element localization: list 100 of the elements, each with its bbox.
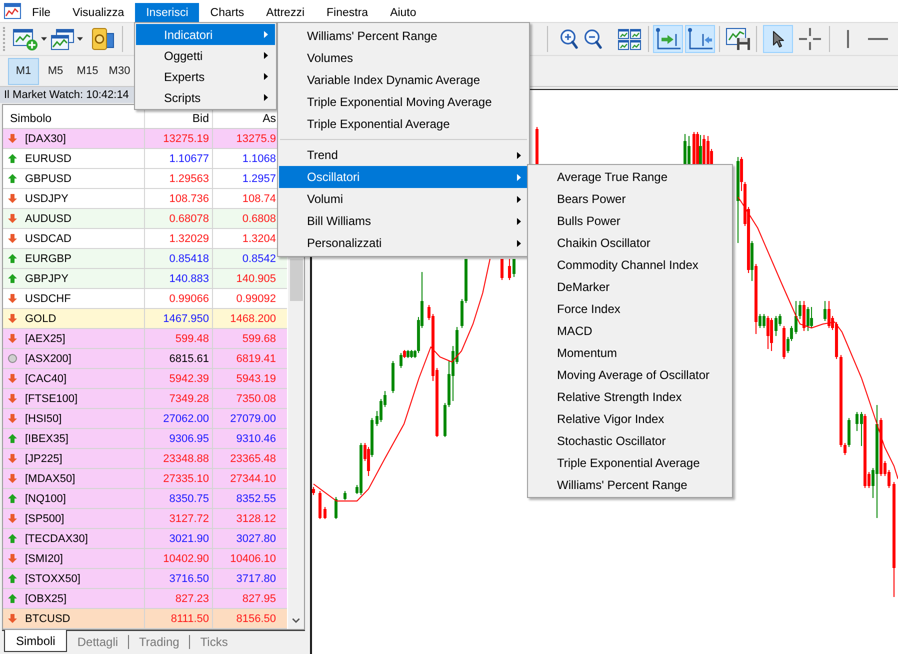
timeframe-button[interactable]: M30 [104, 58, 135, 84]
ask-price: 8352.55 [236, 492, 276, 504]
panel-tab[interactable]: Simboli [4, 630, 68, 652]
chevron-down-icon[interactable] [292, 618, 300, 623]
market-watch-row[interactable]: [FTSE100] 7349.28 7350.08 [3, 389, 287, 409]
ask-price: 0.6808 [242, 212, 276, 224]
column-header[interactable]: Bid [192, 113, 209, 126]
column-header[interactable]: Simbolo [10, 113, 52, 126]
symbol-name: [JP225] [25, 452, 62, 464]
arrow-down-icon [8, 414, 17, 423]
menu-item[interactable]: Williams' Percent Range [529, 474, 731, 496]
panel-tab[interactable]: Trading [129, 631, 190, 652]
crosshair-icon [799, 28, 821, 50]
menu-item[interactable]: Experts [136, 66, 275, 87]
symbol-name: [SP500] [25, 512, 64, 524]
symbol-name: USDCHF [25, 292, 71, 304]
symbol-name: [SMI20] [25, 552, 63, 564]
bid-price: 8111.50 [170, 612, 209, 624]
bid-price: 827.23 [175, 592, 209, 604]
bid-price: 1.29563 [169, 172, 209, 184]
menu-item[interactable]: Indicatori [136, 24, 275, 45]
menu-item[interactable]: Triple Exponential Average [529, 452, 731, 474]
bid-price: 9306.95 [169, 432, 209, 444]
ask-price: 10406.10 [230, 552, 276, 564]
market-watch-row[interactable]: [TECDAX30] 3021.90 3027.80 [3, 529, 287, 549]
menu-item[interactable]: Volumes [279, 47, 528, 69]
menu-item[interactable]: Relative Vigor Index [529, 408, 731, 430]
bid-price: 140.883 [169, 272, 209, 284]
market-watch-row[interactable]: [ASX200] 6815.61 6819.41 [3, 349, 287, 369]
menu-bar-item[interactable]: Aiuto [379, 3, 428, 22]
menu-bar-item[interactable]: Visualizza [62, 3, 136, 22]
market-watch-row[interactable]: [SP500] 3127.72 3128.12 [3, 509, 287, 529]
ask-price: 3027.80 [236, 532, 276, 544]
market-watch-row[interactable]: GOLD 1467.950 1468.200 [3, 309, 287, 329]
market-watch-row[interactable]: [NQ100] 8350.75 8352.55 [3, 489, 287, 509]
column-header[interactable]: As [262, 113, 276, 126]
bid-price: 3021.90 [169, 532, 209, 544]
ask-price: 3717.80 [236, 572, 276, 584]
timeframe-button[interactable]: M5 [40, 58, 71, 84]
menu-bar-item[interactable]: Charts [199, 3, 256, 22]
bid-price: 108.736 [169, 192, 209, 204]
menu-item[interactable]: Bulls Power [529, 210, 731, 232]
market-watch-row[interactable]: [CAC40] 5942.39 5943.19 [3, 369, 287, 389]
vertical-line-icon [847, 30, 849, 48]
menu-item[interactable]: Oscillatori [279, 166, 528, 188]
menu-item[interactable]: Average True Range [529, 166, 731, 188]
menu-item[interactable]: Momentum [529, 342, 731, 364]
menu-item[interactable]: Stochastic Oscillator [529, 430, 731, 452]
symbol-name: [DAX30] [25, 132, 66, 144]
market-watch-row[interactable]: [MDAX50] 27335.10 27344.10 [3, 469, 287, 489]
symbol-name: [STOXX50] [25, 572, 80, 584]
ask-price: 3128.12 [236, 512, 276, 524]
menu-item[interactable]: Williams' Percent Range [279, 25, 528, 47]
menu-item[interactable]: MACD [529, 320, 731, 342]
market-watch-row[interactable]: USDCHF 0.99066 0.99092 [3, 289, 287, 309]
market-watch-row[interactable]: [AEX25] 599.48 599.68 [3, 329, 287, 349]
symbol-name: [MDAX50] [25, 472, 76, 484]
toolbar-button[interactable] [763, 25, 793, 53]
menu-bar-item[interactable]: File [21, 3, 62, 22]
panel-tab[interactable]: Dettagli [67, 631, 128, 652]
menu-bar-item[interactable]: Inserisci [135, 3, 200, 22]
market-watch-row[interactable]: EURGBP 0.85418 0.8542 [3, 249, 287, 269]
market-watch-row[interactable]: [STOXX50] 3716.50 3717.80 [3, 569, 287, 589]
market-watch-row[interactable]: [IBEX35] 9306.95 9310.46 [3, 429, 287, 449]
menu-item[interactable]: Chaikin Oscillator [529, 232, 731, 254]
menu-bar-item[interactable]: Finestra [316, 3, 380, 22]
panel-tab[interactable]: Ticks [190, 631, 238, 652]
bid-price: 7349.28 [169, 392, 209, 404]
timeframe-button[interactable]: M1 [8, 58, 39, 84]
symbol-name: [IBEX35] [25, 432, 68, 444]
menu-item[interactable]: Moving Average of Oscillator [529, 364, 731, 386]
scrollbar-thumb[interactable] [290, 259, 302, 301]
menu-item[interactable]: Bears Power [529, 188, 731, 210]
market-watch-row[interactable]: [HSI50] 27062.00 27079.00 [3, 409, 287, 429]
symbol-name: [ASX200] [25, 352, 72, 364]
menu-bar-item[interactable]: Attrezzi [255, 3, 316, 22]
symbol-name: GOLD [25, 312, 56, 324]
menu-item[interactable]: Force Index [529, 298, 731, 320]
market-watch-row[interactable]: BTCUSD 8111.50 8156.50 [3, 609, 287, 629]
menu-item[interactable]: Commodity Channel Index [529, 254, 731, 276]
market-watch-row[interactable]: [SMI20] 10402.90 10406.10 [3, 549, 287, 569]
menu-item[interactable]: DeMarker [529, 276, 731, 298]
menu-item[interactable]: Oggetti [136, 45, 275, 66]
arrow-up-icon [8, 494, 17, 503]
market-watch-row[interactable]: [OBX25] 827.23 827.95 [3, 589, 287, 609]
timeframe-button[interactable]: M15 [72, 58, 103, 84]
coin-icon [92, 28, 114, 50]
arrow-down-icon [8, 514, 17, 523]
ask-price: 1468.200 [230, 312, 276, 324]
chart-window-icon[interactable] [4, 3, 21, 19]
market-watch-row[interactable]: GBPJPY 140.883 140.905 [3, 269, 287, 289]
market-watch-row[interactable]: [JP225] 23348.88 23365.48 [3, 449, 287, 469]
symbol-name: USDJPY [25, 192, 68, 204]
bid-price: 1.10677 [169, 152, 209, 164]
symbol-name: BTCUSD [25, 612, 70, 624]
bid-price: 10402.90 [163, 552, 209, 564]
arrow-down-icon [8, 194, 17, 203]
chart-floppy-icon [726, 28, 750, 50]
menu-item[interactable]: Relative Strength Index [529, 386, 731, 408]
toolbar-button[interactable] [724, 25, 752, 53]
